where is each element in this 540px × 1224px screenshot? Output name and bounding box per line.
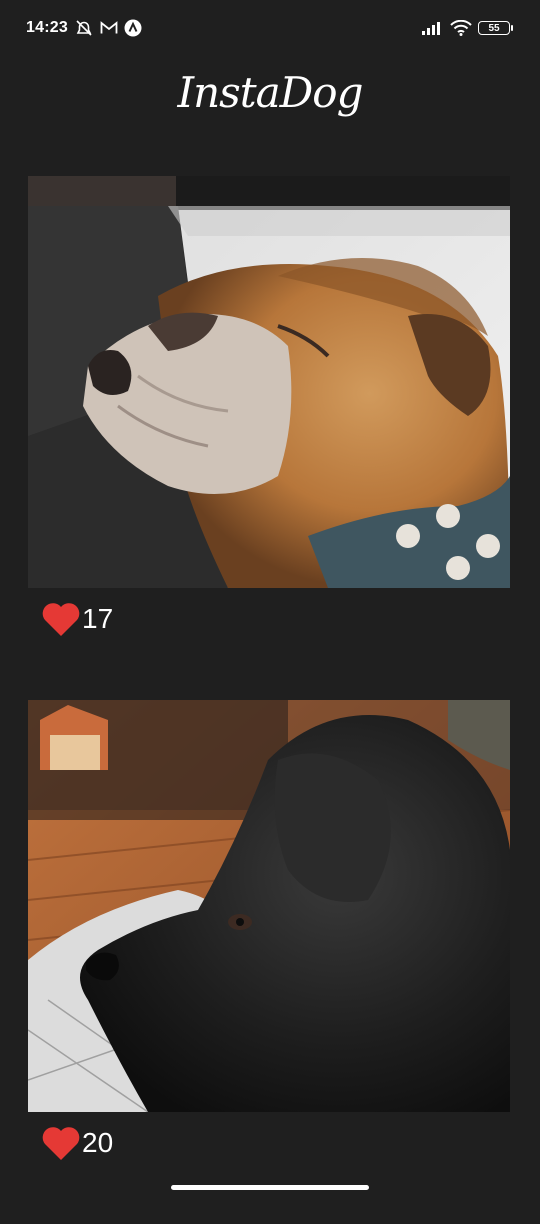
like-count: 17 (82, 603, 114, 634)
black-dog-photo[interactable] (28, 700, 510, 1112)
status-left: 14:23 (26, 19, 142, 37)
english-bulldog-photo[interactable] (28, 176, 510, 588)
app-title: InstaDog (177, 68, 364, 117)
heart-icon[interactable] (40, 1123, 82, 1163)
gmail-icon (100, 21, 118, 35)
status-bar: 14:23 55 (0, 0, 540, 56)
home-indicator[interactable] (171, 1185, 369, 1190)
feed[interactable]: 17 20 (28, 176, 510, 1224)
status-time: 14:23 (26, 19, 68, 36)
post-actions: 17 (28, 588, 510, 650)
post-card: 20 (28, 700, 510, 1174)
app-notification-icon (124, 19, 142, 37)
muted-alarm-icon (74, 19, 94, 37)
status-right: 55 (422, 20, 513, 36)
like-count: 20 (82, 1127, 114, 1158)
battery-icon: 55 (478, 21, 513, 35)
battery-level: 55 (488, 22, 500, 34)
heart-icon[interactable] (40, 599, 82, 639)
wifi-icon (450, 20, 472, 36)
signal-icon (422, 21, 444, 35)
post-card: 17 (28, 176, 510, 650)
post-actions: 20 (28, 1112, 510, 1174)
